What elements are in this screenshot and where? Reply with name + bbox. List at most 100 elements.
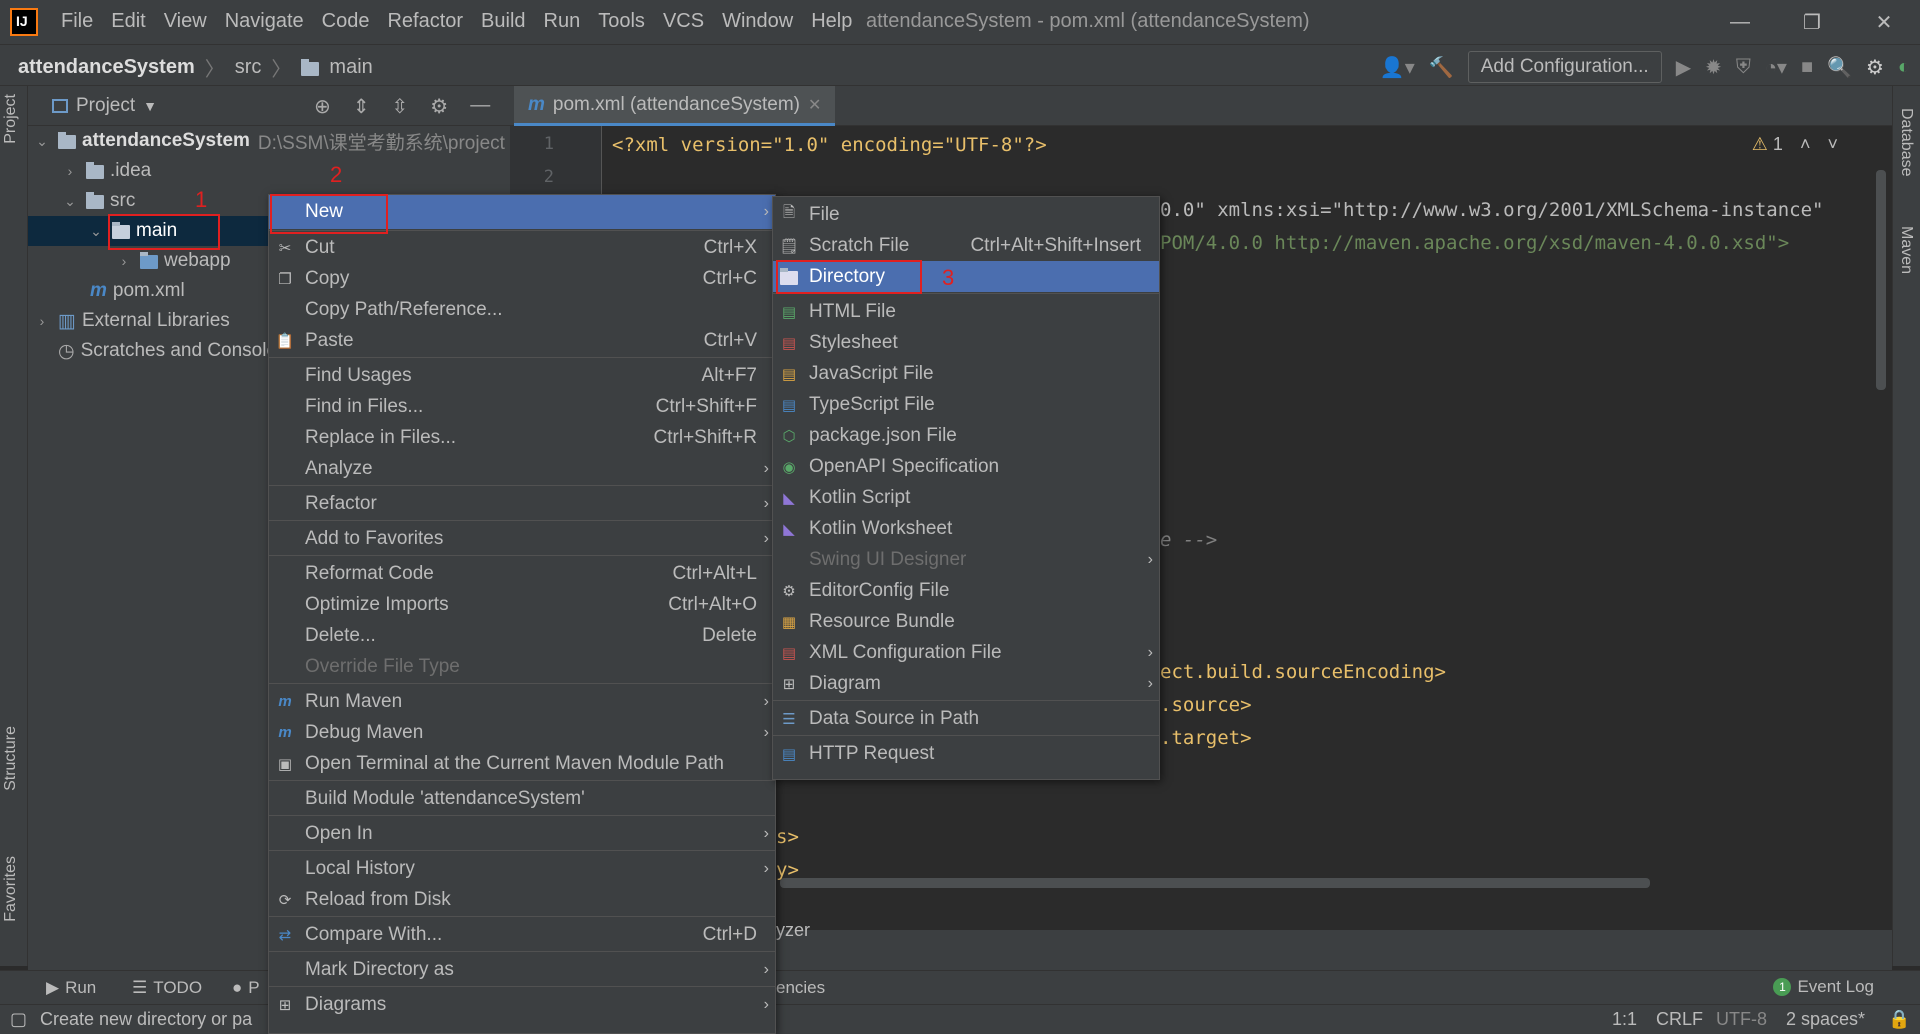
caret-position[interactable]: 1:1 [1612, 1009, 1637, 1030]
indent-setting[interactable]: 2 spaces* [1786, 1009, 1865, 1030]
menu-item-add-to-favorites[interactable]: Add to Favorites › [269, 523, 775, 554]
stop-icon[interactable]: ■ [1801, 56, 1813, 79]
submenu-item-xml-config[interactable]: ▤ XML Configuration File › [773, 637, 1159, 668]
profile-icon[interactable]: ◔▾ [1765, 55, 1787, 80]
event-log-button[interactable]: 1 Event Log [1773, 977, 1874, 997]
gear-icon[interactable]: ⚙ [430, 94, 448, 119]
project-view-selector[interactable]: Project ▼ [52, 95, 157, 117]
status-layout-icon[interactable]: ▢ [10, 1009, 27, 1030]
tree-item-attendancesystem[interactable]: ⌄ attendanceSystem D:\SSM\课堂考勤系统\project [28, 126, 510, 156]
line-separator[interactable]: CRLF [1656, 1009, 1703, 1030]
menu-item-run-maven[interactable]: m Run Maven › [269, 686, 775, 717]
menu-item-reformat-code[interactable]: Reformat Code Ctrl+Alt+L [269, 558, 775, 589]
debug-icon[interactable]: ✹ [1705, 55, 1722, 80]
close-tab-icon[interactable]: ✕ [808, 95, 821, 115]
menu-item-cut[interactable]: ✂ Cut Ctrl+X [269, 232, 775, 263]
add-configuration-button[interactable]: Add Configuration... [1467, 51, 1662, 83]
menu-file[interactable]: File [52, 10, 102, 33]
submenu-item-stylesheet[interactable]: ▤ Stylesheet [773, 327, 1159, 358]
submenu-item-kotlin-script[interactable]: ◣ Kotlin Script [773, 482, 1159, 513]
minimize-button[interactable]: — [1704, 0, 1776, 44]
hide-icon[interactable]: — [470, 94, 490, 119]
menu-refactor[interactable]: Refactor [378, 10, 472, 33]
locate-icon[interactable]: ⊕ [314, 94, 331, 119]
chevron-down-icon[interactable]: ⌄ [32, 133, 52, 150]
menu-item-copy-path[interactable]: Copy Path/Reference... [269, 294, 775, 325]
plugin-icon[interactable]: ◐ [1898, 56, 1910, 79]
menu-code[interactable]: Code [313, 10, 379, 33]
menu-build[interactable]: Build [472, 10, 534, 33]
breadcrumb-main[interactable]: main [329, 56, 372, 79]
analyzer-tab-fragment[interactable]: yzer [776, 920, 810, 941]
menu-item-open-terminal[interactable]: ▣ Open Terminal at the Current Maven Mod… [269, 748, 775, 779]
menu-item-mark-directory-as[interactable]: Mark Directory as › [269, 954, 775, 985]
submenu-item-html-file[interactable]: ▤ HTML File [773, 296, 1159, 327]
todo-tool-button[interactable]: ☰ TODO [132, 978, 202, 998]
menu-item-analyze[interactable]: Analyze › [269, 453, 775, 484]
menu-item-find-in-files[interactable]: Find in Files... Ctrl+Shift+F [269, 391, 775, 422]
lock-icon[interactable]: 🔒 [1888, 1009, 1910, 1030]
menu-help[interactable]: Help [802, 10, 861, 33]
database-tool-tab[interactable]: Database [1897, 108, 1915, 177]
project-tool-tab[interactable]: Project [2, 94, 20, 144]
collapse-all-icon[interactable]: ⇳ [392, 94, 409, 119]
menu-item-diagrams[interactable]: ⊞ Diagrams › [269, 989, 775, 1020]
menu-item-build-module[interactable]: Build Module 'attendanceSystem' [269, 783, 775, 814]
chevron-down-icon[interactable]: ⌄ [60, 193, 80, 210]
structure-tool-tab[interactable]: Structure [2, 726, 20, 791]
submenu-item-kotlin-worksheet[interactable]: ◣ Kotlin Worksheet [773, 513, 1159, 544]
coverage-icon[interactable]: ⛨ [1736, 56, 1751, 79]
menu-navigate[interactable]: Navigate [216, 10, 313, 33]
submenu-item-scratch-file[interactable]: 🗒 Scratch File Ctrl+Alt+Shift+Insert [773, 230, 1159, 261]
breadcrumb-project[interactable]: attendanceSystem [18, 56, 195, 79]
menu-item-delete[interactable]: Delete... Delete [269, 620, 775, 651]
submenu-item-editorconfig[interactable]: ⚙ EditorConfig File [773, 575, 1159, 606]
chevron-up-icon[interactable]: ˄ [1800, 134, 1811, 154]
menu-run[interactable]: Run [535, 10, 590, 33]
submenu-item-diagram[interactable]: ⊞ Diagram › [773, 668, 1159, 699]
menu-item-reload-from-disk[interactable]: ⟳ Reload from Disk [269, 884, 775, 915]
submenu-item-openapi[interactable]: ◉ OpenAPI Specification [773, 451, 1159, 482]
menu-item-open-in[interactable]: Open In › [269, 818, 775, 849]
close-window-button[interactable]: ✕ [1848, 0, 1920, 44]
editor-vertical-scrollbar[interactable] [1876, 170, 1886, 390]
build-hammer-icon[interactable]: 🔨 [1429, 55, 1454, 80]
menu-item-replace-in-files[interactable]: Replace in Files... Ctrl+Shift+R [269, 422, 775, 453]
chevron-right-icon[interactable]: › [60, 163, 80, 179]
submenu-item-typescript-file[interactable]: ▤ TypeScript File [773, 389, 1159, 420]
menu-tools[interactable]: Tools [589, 10, 654, 33]
chevron-right-icon[interactable]: › [32, 313, 52, 329]
run-icon[interactable]: ▶ [1676, 55, 1691, 80]
run-tool-button[interactable]: ▶ Run [46, 978, 96, 998]
chevron-right-icon[interactable]: › [114, 253, 134, 269]
submenu-item-javascript-file[interactable]: ▤ JavaScript File [773, 358, 1159, 389]
menu-vcs[interactable]: VCS [654, 10, 713, 33]
menu-item-refactor[interactable]: Refactor › [269, 488, 775, 519]
menu-item-optimize-imports[interactable]: Optimize Imports Ctrl+Alt+O [269, 589, 775, 620]
editor-horizontal-scrollbar[interactable] [780, 878, 1650, 888]
tab-pom-xml[interactable]: m pom.xml (attendanceSystem) ✕ [514, 86, 836, 126]
chevron-down-icon[interactable]: ⌄ [86, 223, 106, 240]
search-icon[interactable]: 🔍 [1827, 55, 1852, 80]
submenu-item-file[interactable]: 🗎 File [773, 199, 1159, 230]
menu-item-paste[interactable]: 📋 Paste Ctrl+V [269, 325, 775, 356]
menu-window[interactable]: Window [713, 10, 802, 33]
settings-gear-icon[interactable]: ⚙ [1866, 55, 1884, 80]
file-encoding[interactable]: UTF-8 [1716, 1009, 1767, 1030]
menu-view[interactable]: View [155, 10, 216, 33]
breadcrumb-src[interactable]: src [235, 56, 262, 79]
submenu-item-package-json[interactable]: ⬡ package.json File [773, 420, 1159, 451]
restore-button[interactable]: ❐ [1776, 0, 1848, 44]
menu-item-debug-maven[interactable]: m Debug Maven › [269, 717, 775, 748]
submenu-item-resource-bundle[interactable]: ▦ Resource Bundle [773, 606, 1159, 637]
menu-item-copy[interactable]: ❐ Copy Ctrl+C [269, 263, 775, 294]
user-icon[interactable]: 👤▾ [1380, 55, 1415, 80]
submenu-item-http-request[interactable]: ▤ HTTP Request [773, 738, 1159, 769]
tree-item-idea[interactable]: › .idea [28, 156, 510, 186]
expand-all-icon[interactable]: ⇕ [353, 94, 370, 119]
chevron-down-icon[interactable]: ˅ [1827, 134, 1838, 154]
submenu-item-data-source[interactable]: ☰ Data Source in Path [773, 703, 1159, 734]
maven-tool-tab[interactable]: Maven [1897, 226, 1915, 274]
menu-item-compare-with[interactable]: ⇄ Compare With... Ctrl+D [269, 919, 775, 950]
favorites-tool-tab[interactable]: Favorites [2, 856, 20, 922]
